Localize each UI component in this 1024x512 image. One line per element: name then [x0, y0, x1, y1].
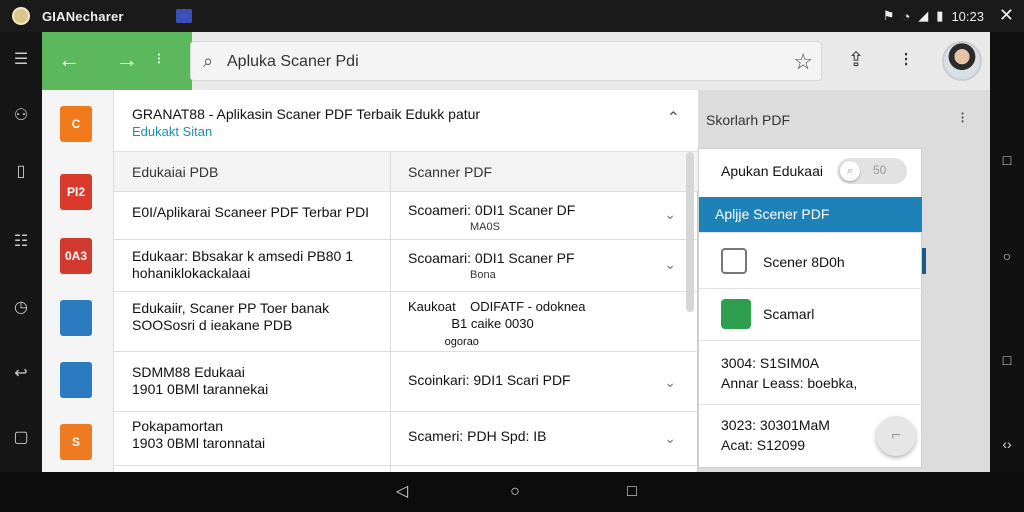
circle-icon[interactable]: ○ [999, 248, 1015, 264]
option-item-scamarl[interactable]: Scamarl [699, 289, 923, 341]
signal-icon: ◢ [918, 8, 929, 23]
info-text: 3004: S1SIM0A Annar Leass: boebka, [721, 355, 858, 391]
nav-recents-icon[interactable]: □ [622, 482, 642, 502]
more-vertical-icon[interactable]: ⁝ [960, 108, 965, 128]
forward-icon[interactable]: → [114, 47, 140, 73]
option-label: Apljje Scener PDF [715, 206, 830, 222]
table-row[interactable]: Edukaar: Bbsakar k amsedi PB80 1 hohanikl… [114, 240, 698, 292]
status-bar: GIANecharer ⚑ ◔ ◢ ▮ 10:23 ✕ [0, 0, 1024, 32]
screen: GIANecharer ⚑ ◔ ◢ ▮ 10:23 ✕ ☰ ⚇ ▯ ☷ ◷ ↩ … [0, 0, 1024, 512]
wifi-icon: ◔ [902, 8, 911, 24]
more-vertical-icon[interactable]: ⁝ [894, 48, 918, 72]
app-name: GIANecharer [42, 9, 124, 24]
close-icon[interactable]: ✕ [999, 5, 1014, 26]
toggle-row: Apukan Edukaai ⌕ 50 [699, 149, 923, 193]
row-detail: Scameri: PDH Spd: IB [408, 428, 547, 444]
main-list-panel: GRANAT88 - Aplikasin Scaner PDF Terbaik … [114, 90, 698, 472]
row-detail: Scoinkari: 9DI1 Scari PDF [408, 372, 571, 388]
panel-header: GRANAT88 - Aplikasin Scaner PDF Terbaik … [114, 90, 698, 152]
option-label: Scamarl [763, 306, 815, 322]
toggle-label: Apukan Edukaai [721, 163, 823, 179]
table-row[interactable]: Edukaiir, Scaner PP Toer banak SOOSosri d… [114, 292, 698, 352]
row-name: E0I/Aplikarai Scaneer PDF Terbar PDI [132, 204, 370, 220]
file-type-icon[interactable]: Pl2 [60, 174, 92, 210]
clock: 10:23 [951, 8, 984, 24]
file-type-icon[interactable]: S [60, 424, 92, 460]
info-text: 3023: 30301MaM Acat: S12099 [721, 417, 830, 453]
row-name: SDMM88 Edukaai 1901 0BMl tarannekai [132, 364, 269, 397]
row-detail: Scoameri: 0DI1 Scaner DF MA0S [408, 202, 576, 233]
scrollbar[interactable] [686, 152, 694, 312]
panel-title: GRANAT88 - Aplikasin Scaner PDF Terbaik … [132, 106, 481, 122]
menu-icon[interactable]: ☰ [11, 50, 31, 70]
chevron-down-icon[interactable]: ⌄ [664, 256, 676, 273]
file-type-icon[interactable] [60, 300, 92, 336]
accent-marker [922, 248, 926, 274]
fab-button[interactable]: ⌐ [876, 416, 916, 456]
chevron-down-icon[interactable]: ⌄ [664, 430, 676, 447]
battery-icon: ▮ [936, 8, 944, 23]
left-rail: ☰ ⚇ ▯ ☷ ◷ ↩ ▢ [0, 32, 42, 472]
share-icon[interactable]: ⇪ [844, 48, 868, 72]
file-type-icon[interactable]: 0A3 [60, 238, 92, 274]
star-icon[interactable]: ☆ [793, 49, 813, 75]
back-arrow-icon[interactable]: ↩ [11, 364, 31, 384]
row-name: Pokapamortan 1903 0BMl taronnatai [132, 418, 266, 451]
right-panel-title: Skorlarh PDF [706, 112, 791, 128]
row-detail: Kaukoat ODIFATF - odoknea B1 caike 0030 … [408, 299, 586, 348]
document-list-icon [721, 248, 747, 274]
toggle-switch[interactable]: ⌕ 50 [837, 158, 907, 184]
row-name: Edukaiir, Scaner PP Toer banak SOOSosri d… [132, 300, 330, 333]
person-icon[interactable]: ⚇ [11, 106, 31, 126]
right-rail: □ ○ □ ‹› [990, 32, 1024, 472]
file-icon[interactable]: ▢ [11, 428, 31, 448]
collapse-icon[interactable]: ⌃ [667, 108, 680, 128]
document-icon[interactable]: ▯ [11, 162, 31, 182]
option-item-scanner-alt[interactable]: Scener 8D0h [699, 237, 923, 289]
search-box[interactable]: ⌕ ☆ [190, 41, 822, 81]
row-name: Edukaar: Bbsakar k amsedi PB80 1 hohanikl… [132, 248, 354, 281]
table-row[interactable]: SDMM88 Edukaai 1901 0BMl tarannekai Scoin… [114, 352, 698, 412]
info-item[interactable]: 3004: S1SIM0A Annar Leass: boebka, [699, 341, 923, 405]
navigation-bar: ◁ ○ □ [0, 472, 1024, 512]
option-label: Scener 8D0h [763, 254, 845, 270]
chevron-down-icon[interactable]: ⌄ [664, 374, 676, 391]
app-logo-icon [12, 7, 30, 25]
column-header-label[interactable]: Scanner PDF [408, 164, 492, 180]
column-header-label[interactable]: Edukaiai PDB [132, 164, 218, 180]
option-item-scanner[interactable]: Apljje Scener PDF [699, 197, 923, 233]
table-row[interactable]: Pokapamortan 1903 0BMl taronnatai Scameri… [114, 412, 698, 466]
right-gutter: ⁝ [922, 90, 990, 472]
chevron-down-icon[interactable]: ⌄ [664, 206, 676, 223]
file-type-icon[interactable]: C [60, 106, 92, 142]
table-row[interactable]: E0I/Aplikarai Scaneer PDF Terbar PDI Sco… [114, 192, 698, 240]
toggle-knob-icon: ⌕ [840, 161, 860, 181]
more-vertical-icon[interactable]: ⁝ [146, 47, 172, 73]
right-panel: Skorlarh PDF Apukan Edukaai ⌕ 50 Apljje … [698, 90, 938, 472]
nav-home-icon[interactable]: ○ [505, 482, 525, 502]
row-detail: Scoamari: 0DI1 Scaner PF Bona [408, 250, 575, 281]
chevrons-icon[interactable]: ‹› [999, 436, 1015, 452]
avatar[interactable] [942, 41, 982, 81]
toolbar: ← → ⁝ ⌕ ☆ ⇪ ⁝ [42, 32, 990, 90]
notification-icon [176, 9, 192, 23]
nav-back-icon[interactable]: ◁ [392, 482, 412, 502]
back-icon[interactable]: ← [56, 47, 82, 73]
square-icon[interactable]: □ [999, 152, 1015, 168]
search-input[interactable] [227, 50, 767, 74]
nfc-icon: ⚑ [882, 8, 895, 23]
file-icon-strip: C Pl2 0A3 S [42, 90, 114, 472]
system-icons: ⚑ ◔ ◢ ▮ 10:23 [883, 8, 984, 24]
column-header: Edukaiai PDB Scanner PDF [114, 152, 698, 192]
list-icon[interactable]: ☷ [11, 232, 31, 252]
toggle-value: 50 [873, 163, 887, 177]
square-icon[interactable]: □ [999, 352, 1015, 368]
spreadsheet-icon [721, 299, 751, 329]
file-type-icon[interactable] [60, 362, 92, 398]
panel-subtitle[interactable]: Edukakt Sitan [132, 124, 212, 139]
search-icon: ⌕ [203, 51, 214, 71]
history-icon[interactable]: ◷ [11, 298, 31, 318]
